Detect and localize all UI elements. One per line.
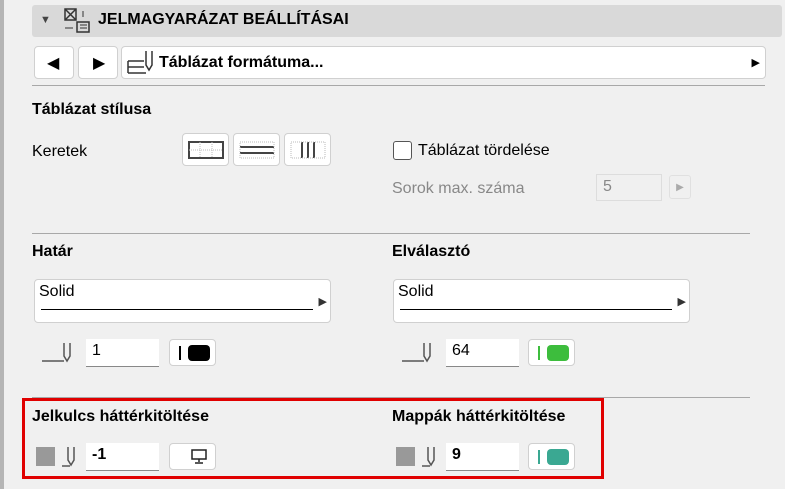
arrow-right-icon: ▶ [676, 182, 684, 193]
separator-pen-input[interactable]: 64 [446, 339, 519, 367]
folder-bg-pen-input[interactable]: 9 [446, 443, 519, 471]
arrow-right-icon: ▶ [93, 55, 106, 72]
monitor-icon [191, 449, 207, 464]
key-bg-color-button[interactable] [169, 443, 216, 470]
line-type-label: Solid [398, 283, 434, 300]
separator-color-button[interactable] [528, 339, 575, 366]
frames-label: Keretek [32, 143, 88, 160]
legend-settings-icon [64, 8, 90, 33]
pen-weight-icon [179, 346, 181, 360]
separator-line-type-dropdown[interactable]: Solid ▶ [393, 279, 690, 323]
color-swatch [547, 345, 569, 361]
pen-icon [422, 447, 435, 467]
wrap-checkbox[interactable] [393, 141, 412, 160]
dropdown-arrow-icon: ▶ [677, 296, 686, 308]
section-title: JELMAGYARÁZAT BEÁLLÍTÁSAI [98, 11, 349, 28]
pen-icon [402, 343, 431, 363]
fill-swatch-icon [396, 447, 415, 466]
line-preview [400, 309, 672, 310]
wrap-label: Táblázat tördelése [418, 142, 550, 159]
divider [32, 85, 765, 86]
divider [32, 233, 750, 234]
pen-weight-icon [538, 450, 540, 464]
border-pen-input[interactable]: 1 [86, 339, 159, 367]
dropdown-label: Táblázat formátuma... [159, 54, 324, 71]
pen-weight-icon [538, 346, 540, 360]
left-panel-edge [0, 0, 4, 489]
arrow-left-icon: ◀ [47, 55, 60, 72]
dropdown-arrow-icon: ▶ [318, 296, 327, 308]
frame-vertical-button[interactable] [284, 133, 331, 166]
table-format-icon [127, 51, 153, 74]
pen-icon [62, 447, 75, 467]
key-bg-heading: Jelkulcs háttérkitöltése [32, 408, 209, 425]
border-heading: Határ [32, 243, 73, 260]
table-style-heading: Táblázat stílusa [32, 101, 152, 118]
max-rows-label: Sorok max. száma [392, 180, 525, 197]
frame-horizontal-button[interactable] [233, 133, 280, 166]
line-preview [41, 309, 313, 310]
frame-vertical-icon [290, 141, 326, 159]
key-bg-pen-input[interactable]: -1 [86, 443, 159, 471]
next-button[interactable]: ▶ [78, 46, 118, 79]
line-type-label: Solid [39, 283, 75, 300]
frame-outer-icon [188, 141, 224, 159]
folder-bg-color-button[interactable] [528, 443, 575, 470]
separator-heading: Elválasztó [392, 243, 471, 260]
section-header[interactable]: ▼ JELMAGYARÁZAT BEÁLLÍTÁSAI [32, 5, 782, 37]
max-rows-input[interactable]: 5 [596, 174, 662, 201]
pen-icon [42, 343, 71, 363]
folder-bg-heading: Mappák háttérkitöltése [392, 408, 566, 425]
border-color-button[interactable] [169, 339, 216, 366]
page-dropdown[interactable]: Táblázat formátuma... ▶ [121, 46, 766, 79]
dropdown-arrow-icon: ▶ [751, 57, 760, 69]
max-rows-stepper[interactable]: ▶ [669, 175, 691, 199]
fill-swatch-icon [36, 447, 55, 466]
border-line-type-dropdown[interactable]: Solid ▶ [34, 279, 331, 323]
frame-horizontal-icon [239, 141, 275, 159]
color-swatch [188, 345, 210, 361]
collapse-triangle-icon[interactable]: ▼ [40, 14, 51, 26]
frame-outer-button[interactable] [182, 133, 229, 166]
prev-button[interactable]: ◀ [34, 46, 74, 79]
color-swatch [547, 449, 569, 465]
